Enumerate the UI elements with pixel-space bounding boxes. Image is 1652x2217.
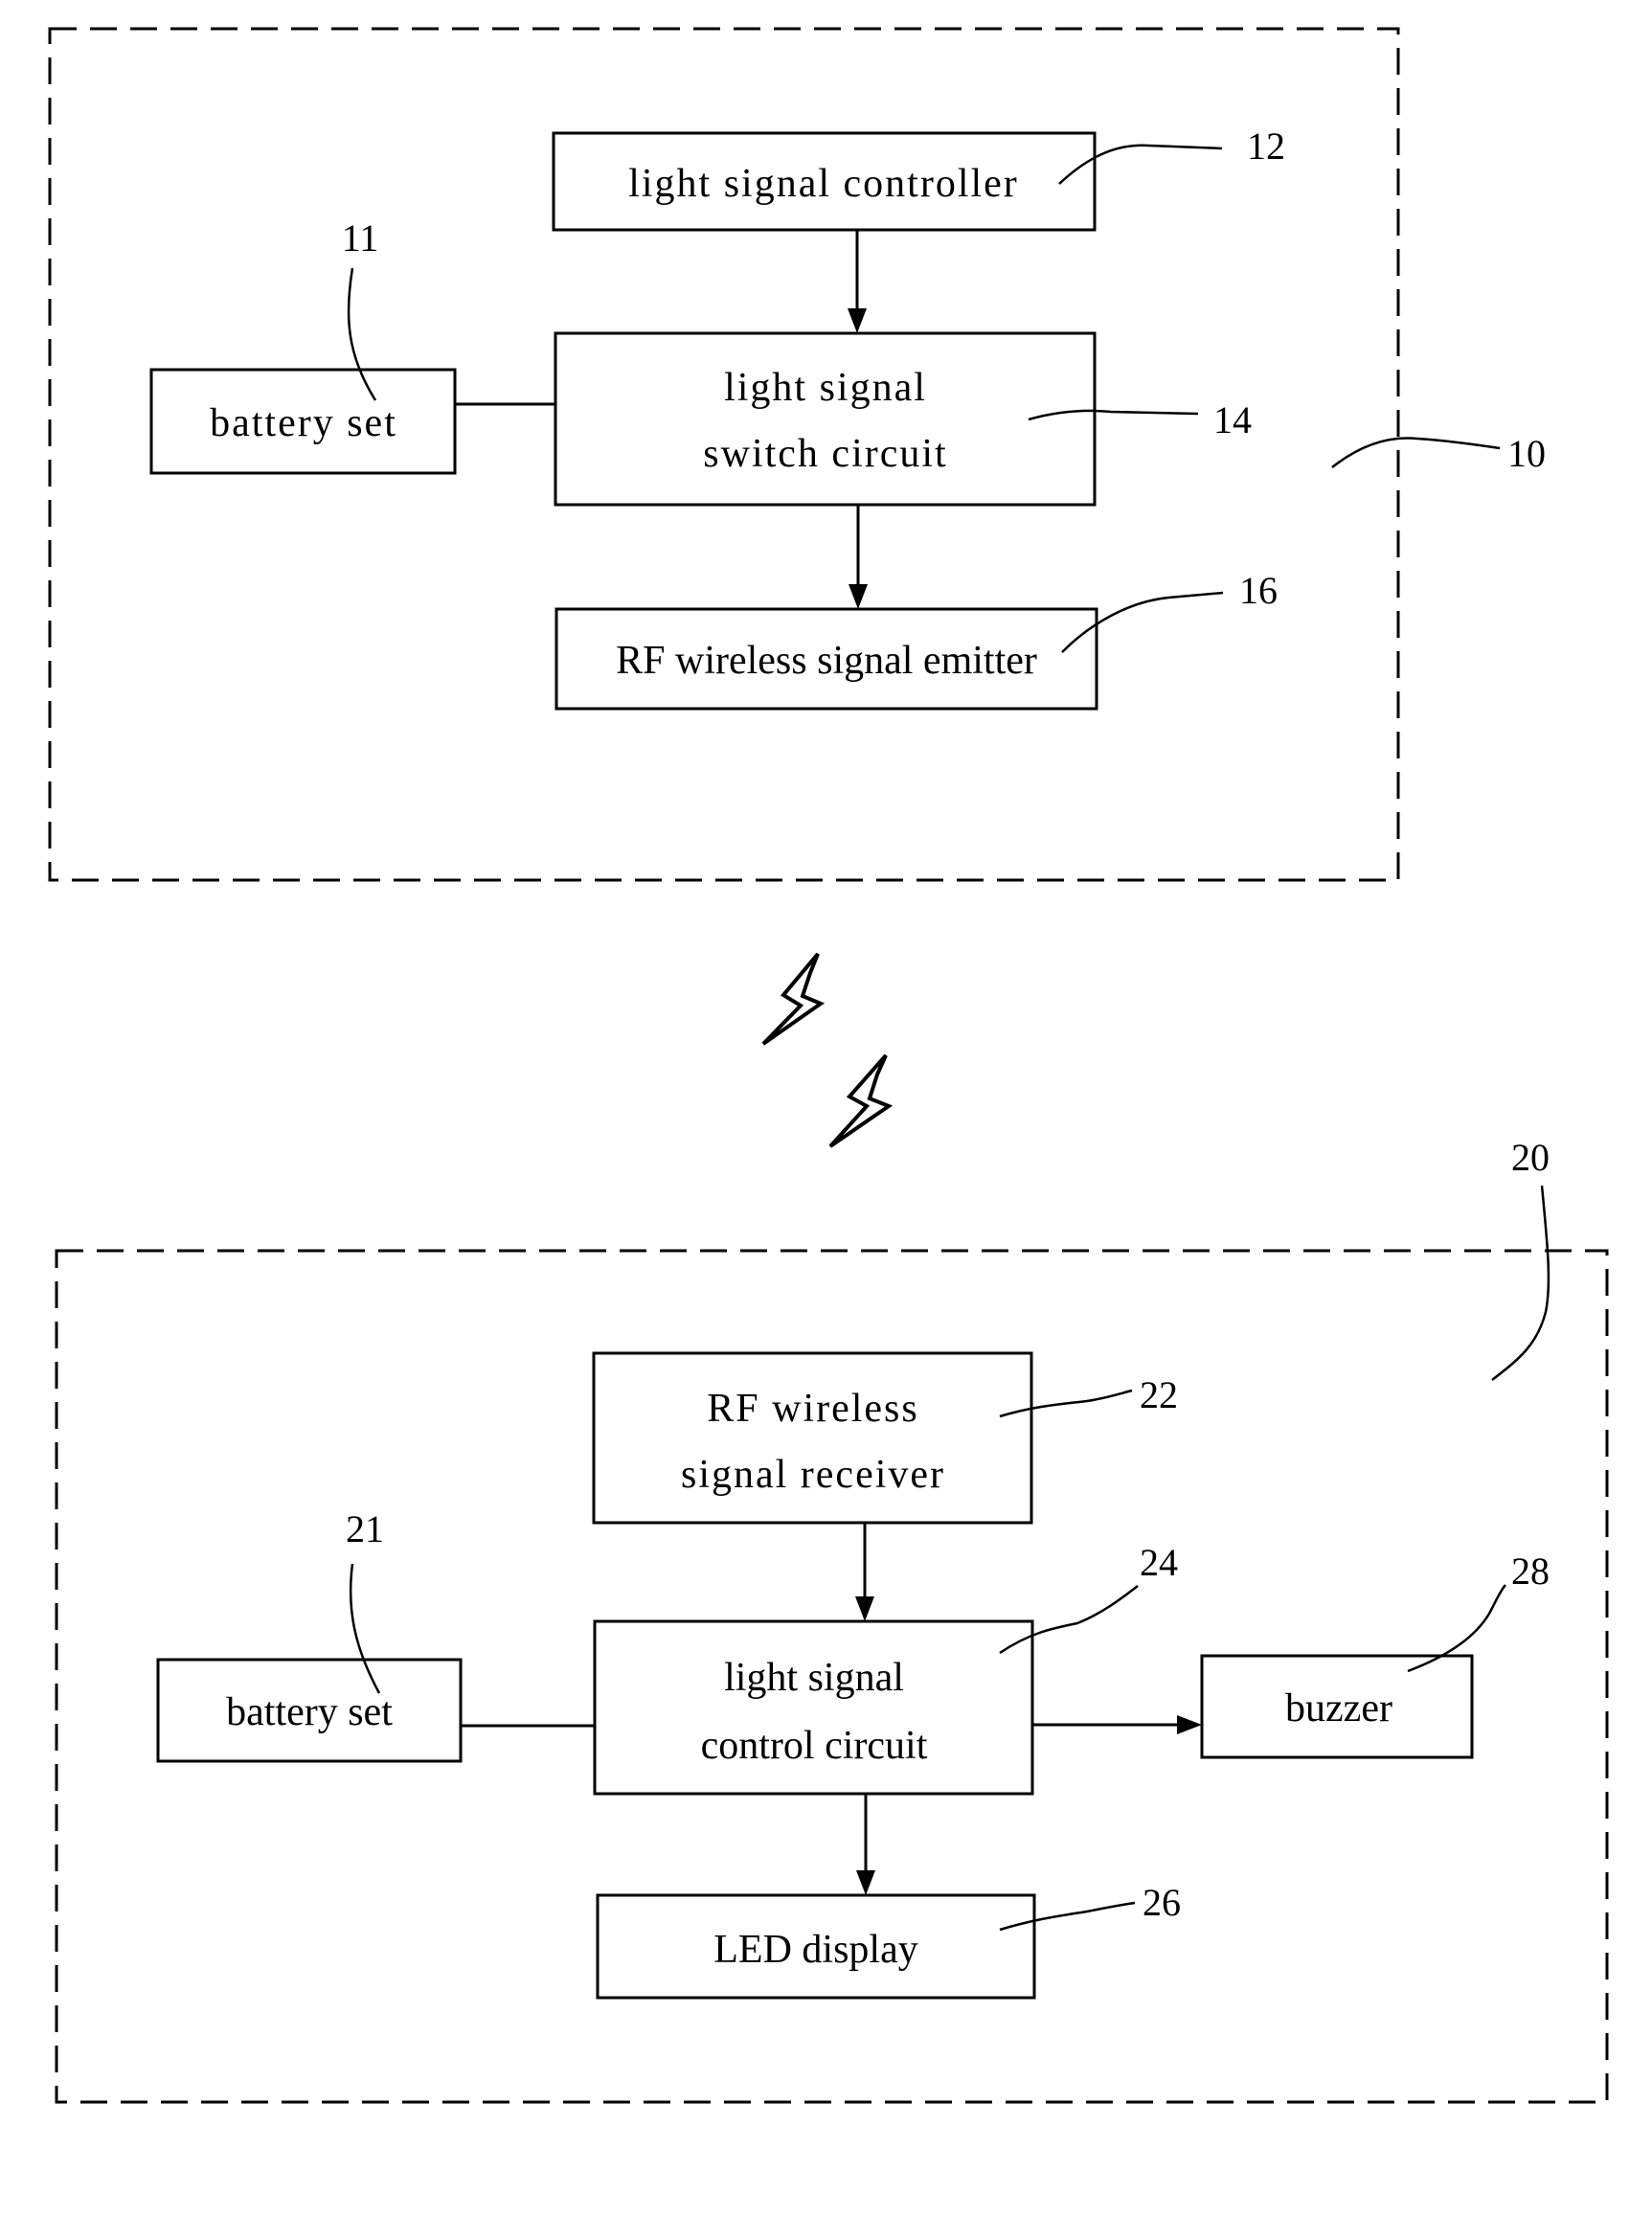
control-circuit-box xyxy=(593,1619,1034,1796)
receiver-battery-label: battery set xyxy=(226,1690,393,1734)
switch-circuit-label-line1: light signal xyxy=(724,366,927,410)
buzzer-label: buzzer xyxy=(1285,1686,1392,1731)
ref-14: 14 xyxy=(1213,398,1252,441)
lightning-bolt-icon xyxy=(828,1053,894,1148)
receiver-to-control-arrow xyxy=(855,1523,874,1621)
ref-22: 22 xyxy=(1140,1373,1178,1416)
ref-20: 20 xyxy=(1511,1136,1550,1179)
ref-11: 11 xyxy=(342,216,379,260)
lightning-bolt-icon xyxy=(761,952,826,1046)
control-to-led-arrow xyxy=(856,1794,875,1895)
emitter-battery-set-block: battery set xyxy=(149,368,457,475)
ref-20-leader xyxy=(1491,1185,1550,1381)
led-display-label: LED display xyxy=(713,1928,917,1972)
light-signal-switch-circuit-block: light signal switch circuit xyxy=(554,331,1097,507)
ref-12: 12 xyxy=(1247,124,1285,168)
ref-24: 24 xyxy=(1140,1541,1178,1584)
rf-receiver-block: RF wireless signal receiver xyxy=(592,1351,1033,1525)
rf-receiver-label-line1: RF wireless xyxy=(707,1387,919,1431)
light-signal-control-circuit-block: light signal control circuit xyxy=(593,1619,1034,1796)
controller-to-switch-arrow xyxy=(848,230,867,333)
ref-26: 26 xyxy=(1143,1881,1181,1924)
rf-emitter-label: RF wireless signal emitter xyxy=(616,639,1037,683)
receiver-battery-set-block: battery set xyxy=(156,1658,463,1763)
ref-21: 21 xyxy=(346,1507,384,1550)
rf-receiver-label-line2: signal receiver xyxy=(681,1453,945,1497)
buzzer-block: buzzer xyxy=(1200,1654,1474,1759)
block-diagram: light signal controller light signal swi… xyxy=(48,27,1609,2104)
ref-10-leader xyxy=(1331,437,1501,468)
emitter-battery-label: battery set xyxy=(210,401,397,445)
emitter-unit: light signal controller light signal swi… xyxy=(48,27,1546,882)
controller-label: light signal controller xyxy=(628,162,1019,206)
switch-circuit-label-line2: switch circuit xyxy=(703,432,947,476)
control-circuit-label-line1: light signal xyxy=(724,1656,904,1700)
rf-emitter-block: RF wireless signal emitter xyxy=(554,607,1098,711)
switch-to-emitter-arrow xyxy=(849,505,868,609)
control-circuit-label-line2: control circuit xyxy=(701,1724,928,1768)
ref-28: 28 xyxy=(1511,1550,1550,1593)
rf-receiver-box xyxy=(592,1351,1033,1525)
light-signal-controller-block: light signal controller xyxy=(552,131,1097,232)
switch-circuit-box xyxy=(554,331,1097,507)
led-display-block: LED display xyxy=(596,1893,1036,2000)
receiver-unit: RF wireless signal receiver light signal… xyxy=(55,1136,1609,2104)
wireless-link xyxy=(761,952,894,1148)
ref-10: 10 xyxy=(1507,432,1546,475)
control-to-buzzer-arrow xyxy=(1032,1715,1202,1734)
ref-16: 16 xyxy=(1239,569,1278,612)
